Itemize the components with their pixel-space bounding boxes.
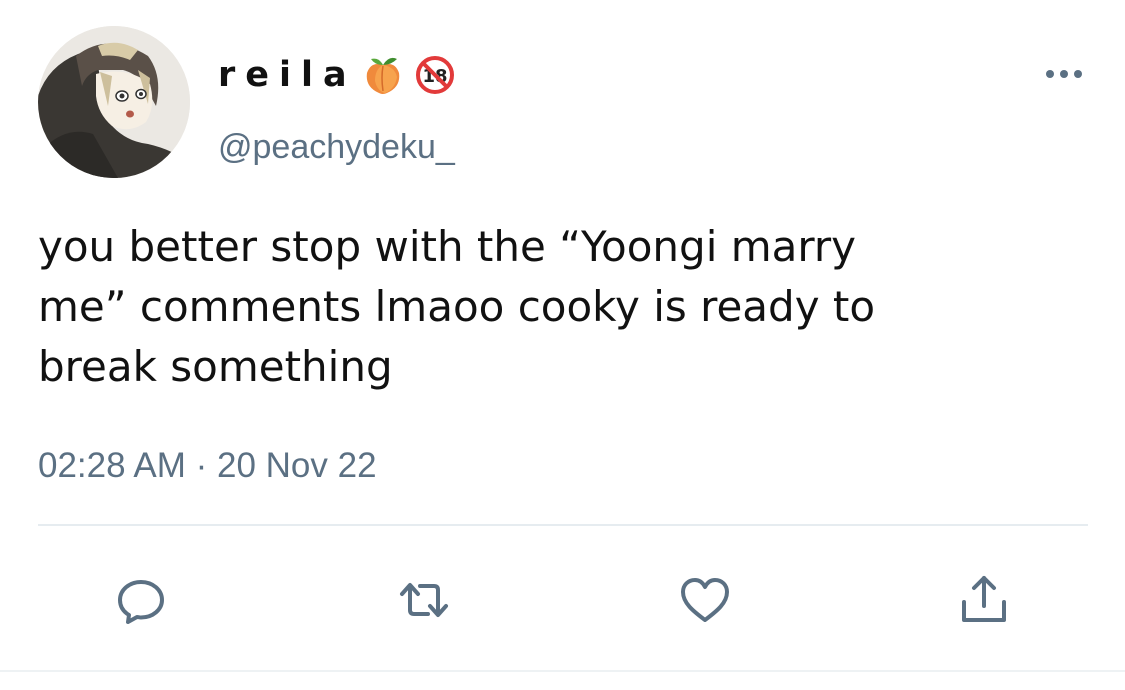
like-icon — [681, 578, 729, 622]
divider — [38, 524, 1088, 526]
no-under-18-emoji-icon: 18 — [415, 55, 455, 95]
tweet-text: you better stop with the “Yoongi marry m… — [38, 217, 1088, 397]
avatar[interactable] — [38, 26, 190, 178]
reply-icon — [118, 580, 164, 624]
tweet-text-line: me” comments lmaoo cooky is ready to — [38, 282, 876, 331]
tweet: reila 18 @peachydeku_ you bet — [0, 0, 1125, 690]
divider — [0, 670, 1125, 672]
more-options-button[interactable] — [1040, 62, 1090, 86]
tweet-text-line: break something — [38, 342, 393, 391]
display-name[interactable]: reila 18 — [218, 50, 455, 100]
avatar-image — [38, 26, 190, 178]
tweet-timestamp[interactable]: 02:28 AM · 20 Nov 22 — [38, 446, 377, 486]
share-button[interactable] — [954, 570, 1014, 630]
peach-emoji-icon — [361, 53, 405, 97]
user-handle[interactable]: @peachydeku_ — [218, 128, 455, 167]
reply-button[interactable] — [111, 570, 171, 630]
tweet-text-line: you better stop with the “Yoongi marry — [38, 222, 857, 271]
retweet-icon — [400, 583, 448, 617]
retweet-button[interactable] — [394, 570, 454, 630]
display-name-text: reila — [218, 55, 357, 95]
like-button[interactable] — [675, 570, 735, 630]
share-icon — [962, 576, 1006, 622]
more-dots-icon — [1046, 70, 1082, 78]
